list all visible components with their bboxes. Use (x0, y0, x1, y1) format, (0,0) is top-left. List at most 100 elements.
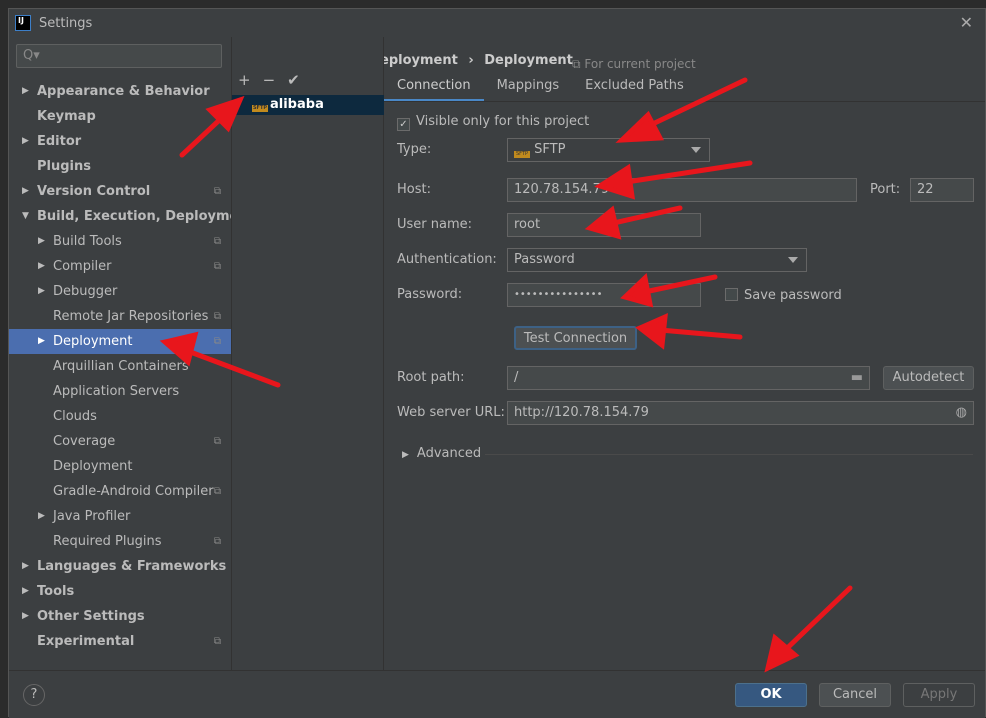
globe-icon[interactable]: ◍ (956, 402, 967, 424)
expand-arrow-icon[interactable]: ▶ (38, 504, 45, 529)
sidebar-item-clouds[interactable]: Clouds (9, 404, 231, 429)
web-url-input[interactable]: http://120.78.154.79 ◍ (507, 401, 974, 425)
sidebar-item-languages-frameworks[interactable]: ▶ Languages & Frameworks (9, 554, 231, 579)
sidebar-item-other-settings[interactable]: ▶ Other Settings (9, 604, 231, 629)
tab-excluded-paths[interactable]: Excluded Paths (572, 74, 697, 102)
project-scope-icon: ⧉ (213, 261, 221, 272)
help-button[interactable]: ? (23, 684, 45, 706)
web-url-value: http://120.78.154.79 (514, 405, 649, 420)
password-input[interactable]: ••••••••••••••• (507, 283, 701, 307)
expand-arrow-icon[interactable]: ▶ (38, 229, 45, 254)
sftp-icon: SFTP (514, 151, 530, 158)
tab-connection[interactable]: Connection (384, 74, 484, 102)
sidebar-item-label: Version Control (37, 184, 151, 199)
project-scope-icon: ⧉ (213, 536, 221, 547)
sidebar-item-arquillian-containers[interactable]: Arquillian Containers (9, 354, 231, 379)
sidebar-item-build-tools[interactable]: ▶ Build Tools ⧉ (9, 229, 231, 254)
checkbox-unchecked-icon (725, 288, 738, 301)
sidebar-item-application-servers[interactable]: Application Servers (9, 379, 231, 404)
expand-arrow-icon[interactable]: ▶ (38, 279, 45, 304)
sidebar-item-deployment[interactable]: ▶ Deployment ⧉ (9, 329, 231, 354)
settings-search-input[interactable]: Q▾ (16, 44, 222, 68)
expand-arrow-icon[interactable]: ▶ (22, 579, 29, 604)
sidebar-item-label: Experimental (37, 634, 135, 649)
save-password-checkbox[interactable]: Save password (725, 288, 842, 303)
project-scope-icon: ⧉ (213, 336, 221, 347)
folder-icon[interactable]: ▬ (851, 367, 863, 389)
root-path-label: Root path: (397, 370, 465, 385)
autodetect-button[interactable]: Autodetect (883, 366, 974, 390)
expand-arrow-icon: ▶ (402, 450, 409, 460)
sidebar-item-version-control[interactable]: ▶ Version Control ⧉ (9, 179, 231, 204)
ok-button[interactable]: OK (735, 683, 807, 707)
expand-arrow-icon[interactable]: ▶ (38, 254, 45, 279)
auth-value: Password (514, 252, 575, 267)
visible-only-label: Visible only for this project (416, 114, 590, 129)
tab-bar: Connection Mappings Excluded Paths (384, 74, 697, 102)
sidebar-item-required-plugins[interactable]: Required Plugins ⧉ (9, 529, 231, 554)
sidebar-item-plugins[interactable]: Plugins (9, 154, 231, 179)
expand-arrow-icon[interactable]: ▶ (22, 179, 29, 204)
expand-arrow-icon[interactable]: ▶ (22, 604, 29, 629)
sidebar-item-keymap[interactable]: Keymap (9, 104, 231, 129)
sidebar-item-editor[interactable]: ▶ Editor (9, 129, 231, 154)
project-scope-icon: ⧉ (213, 236, 221, 247)
type-value: SFTP (534, 142, 566, 157)
expand-arrow-icon[interactable]: ▶ (22, 554, 29, 579)
sidebar-item-label: Editor (37, 134, 82, 149)
sidebar-item-label: Coverage (53, 434, 116, 449)
sidebar-item-label: Keymap (37, 109, 96, 124)
sidebar-item-label: Compiler (53, 259, 112, 274)
root-path-input[interactable]: / ▬ (507, 366, 870, 390)
advanced-section-toggle[interactable]: ▶ Advanced (402, 446, 481, 461)
project-scope-icon: ⧉ (213, 486, 221, 497)
cancel-button[interactable]: Cancel (819, 683, 891, 707)
server-name: alibaba (270, 97, 324, 112)
settings-dialog: IJ Settings ✕ Q▾ ▶ Appearance & Behavior K… (8, 8, 986, 718)
sidebar-item-compiler[interactable]: ▶ Compiler ⧉ (9, 254, 231, 279)
sidebar-item-deployment[interactable]: Deployment (9, 454, 231, 479)
host-input[interactable]: 120.78.154.79 (507, 178, 857, 202)
apply-button[interactable]: Apply (903, 683, 975, 707)
sidebar-item-java-profiler[interactable]: ▶ Java Profiler (9, 504, 231, 529)
visible-only-checkbox[interactable]: ✓ Visible only for this project (397, 114, 589, 131)
advanced-label: Advanced (416, 446, 482, 461)
close-icon[interactable]: ✕ (960, 13, 973, 32)
sidebar-item-label: Java Profiler (53, 509, 131, 524)
sidebar-item-coverage[interactable]: Coverage ⧉ (9, 429, 231, 454)
set-default-icon[interactable]: ✔ (287, 71, 300, 89)
test-connection-button[interactable]: Test Connection (514, 326, 637, 350)
sidebar-item-remote-jar-repositories[interactable]: Remote Jar Repositories ⧉ (9, 304, 231, 329)
sidebar-item-label: Deployment (53, 459, 133, 474)
tab-mappings[interactable]: Mappings (484, 74, 573, 102)
server-item-alibaba[interactable]: SFTP alibaba (232, 95, 384, 115)
sidebar-item-label: Application Servers (53, 384, 180, 399)
collapse-arrow-icon[interactable]: ▼ (22, 204, 29, 229)
sidebar-item-tools[interactable]: ▶ Tools (9, 579, 231, 604)
server-list-panel: + − ✔ SFTP alibaba (231, 37, 384, 670)
expand-arrow-icon[interactable]: ▶ (22, 129, 29, 154)
sidebar-item-label: Other Settings (37, 609, 145, 624)
sftp-icon: SFTP (252, 105, 268, 112)
title-bar: IJ Settings ✕ (9, 9, 985, 37)
sidebar-item-experimental[interactable]: Experimental ⧉ (9, 629, 231, 654)
expand-arrow-icon[interactable]: ▶ (38, 329, 45, 354)
remove-icon[interactable]: − (263, 71, 276, 89)
sidebar-item-appearance-behavior[interactable]: ▶ Appearance & Behavior (9, 79, 231, 104)
add-icon[interactable]: + (238, 71, 251, 89)
advanced-divider (485, 454, 973, 455)
type-dropdown[interactable]: SFTP SFTP (507, 138, 710, 162)
sidebar-item-debugger[interactable]: ▶ Debugger (9, 279, 231, 304)
sidebar-item-gradle-android-compiler[interactable]: Gradle-Android Compiler ⧉ (9, 479, 231, 504)
auth-label: Authentication: (397, 252, 497, 267)
sidebar-item-label: Appearance & Behavior (37, 84, 210, 99)
connection-panel: Connection Mappings Excluded Paths ✓ Visi… (384, 37, 985, 670)
expand-arrow-icon[interactable]: ▶ (22, 79, 29, 104)
dialog-footer: ? OK Cancel Apply (9, 670, 985, 718)
sidebar-item-build-execution-deployment[interactable]: ▼ Build, Execution, Deployment (9, 204, 254, 229)
username-input[interactable]: root (507, 213, 701, 237)
project-scope-icon: ⧉ (213, 636, 221, 647)
sidebar-item-label: Required Plugins (53, 534, 162, 549)
port-input[interactable]: 22 (910, 178, 974, 202)
auth-dropdown[interactable]: Password (507, 248, 807, 272)
